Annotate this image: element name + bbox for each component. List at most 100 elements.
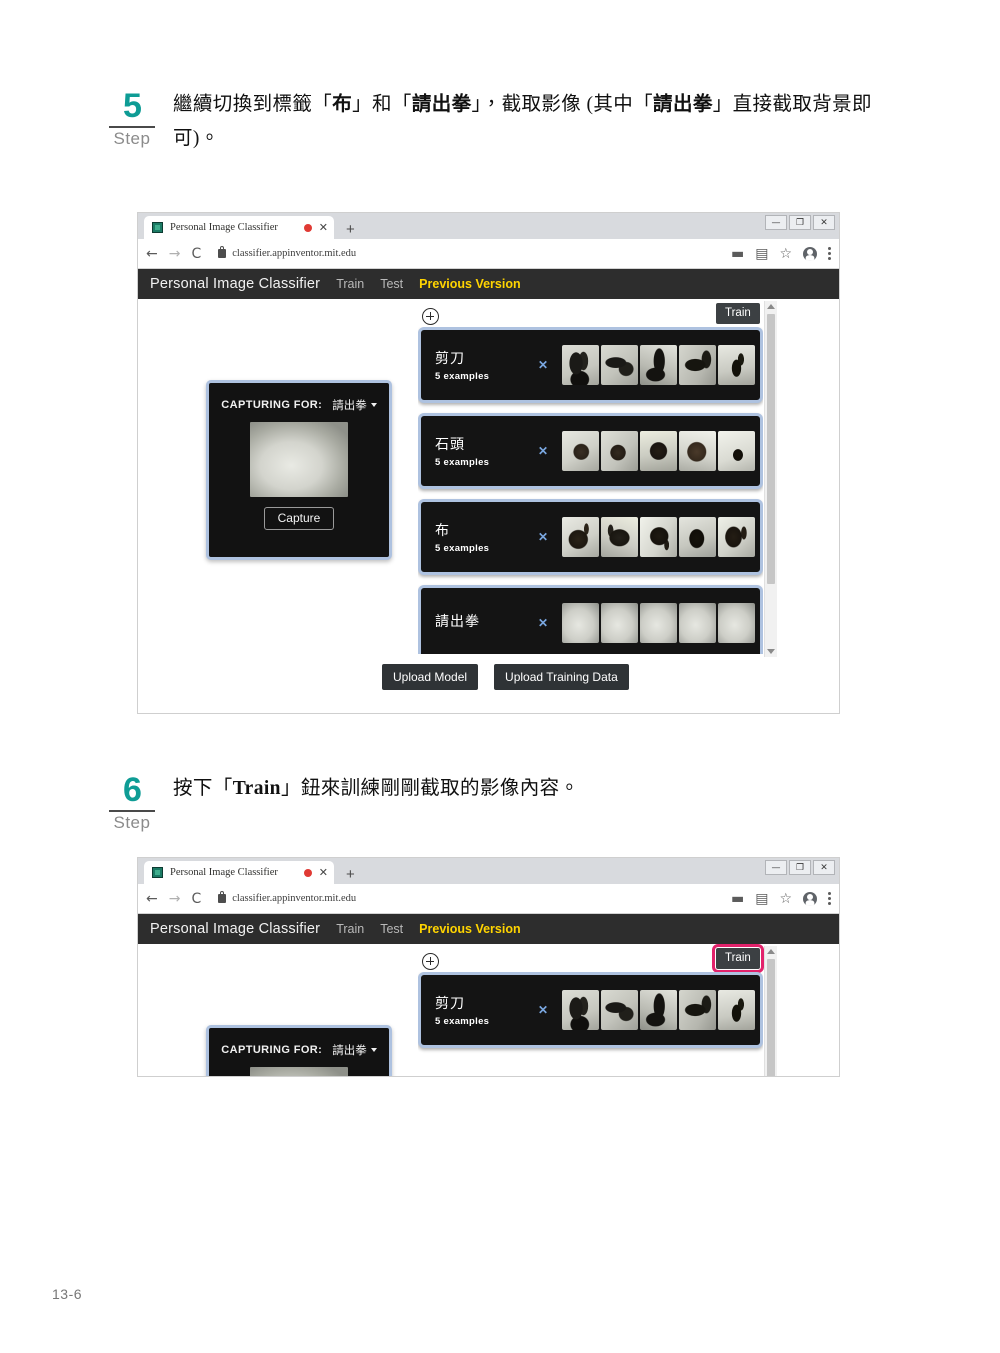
window-restore-button[interactable]: ❐	[789, 215, 811, 230]
browser-tab[interactable]: Personal Image Classifier ✕	[144, 861, 334, 884]
nav-link-train[interactable]: Train	[336, 922, 364, 936]
window-controls: — ❐ ✕	[765, 215, 835, 230]
reload-icon[interactable]: C	[191, 247, 201, 261]
example-thumbnail	[601, 517, 638, 557]
new-tab-button[interactable]: +	[346, 222, 355, 237]
nav-link-test[interactable]: Test	[380, 922, 403, 936]
tab-close-icon[interactable]: ✕	[319, 221, 328, 234]
favicon-icon	[152, 222, 163, 233]
label-card-text: 剪刀 5 examples	[421, 994, 533, 1027]
back-icon[interactable]: ←	[146, 247, 158, 261]
back-icon[interactable]: ←	[146, 892, 158, 906]
label-card-remove-icon[interactable]: ✕	[533, 530, 553, 544]
kebab-menu-icon[interactable]	[828, 252, 831, 255]
scroll-down-arrow-icon[interactable]	[767, 649, 775, 654]
circle-plus-icon[interactable]	[422, 953, 439, 970]
label-card-text: 布 5 examples	[421, 521, 533, 554]
nav-link-previous-version[interactable]: Previous Version	[419, 922, 520, 936]
example-thumbnail	[562, 517, 599, 557]
lock-icon	[218, 246, 227, 258]
nav-link-test[interactable]: Test	[380, 277, 403, 291]
forward-icon[interactable]: →	[169, 247, 181, 261]
example-thumbnail	[640, 517, 677, 557]
address-bar[interactable]: classifier.appinventor.mit.edu	[212, 246, 720, 259]
browser-tab[interactable]: Personal Image Classifier ✕	[144, 216, 334, 239]
step-6-word: Step	[113, 813, 151, 832]
window-controls: — ❐ ✕	[765, 860, 835, 875]
label-card-thumbnails	[562, 431, 755, 471]
capturing-for-select[interactable]: 請出拳	[332, 1042, 377, 1058]
train-button[interactable]: Train	[712, 944, 764, 973]
upload-model-button[interactable]: Upload Model	[382, 664, 479, 690]
step-6-number: 6	[123, 771, 142, 809]
scroll-up-arrow-icon[interactable]	[767, 304, 775, 309]
example-thumbnail	[718, 345, 755, 385]
profile-avatar-icon[interactable]	[803, 891, 817, 906]
window-minimize-button[interactable]: —	[765, 860, 787, 875]
extension-icon[interactable]: ▤	[755, 247, 768, 261]
label-card-remove-icon[interactable]: ✕	[533, 358, 553, 372]
step-5-number: 5	[123, 87, 142, 125]
label-card-count: 5 examples	[435, 456, 490, 468]
bookmark-star-icon[interactable]: ☆	[779, 892, 792, 906]
new-tab-button[interactable]: +	[346, 867, 355, 882]
example-thumbnail	[562, 603, 599, 643]
label-card-remove-icon[interactable]: ✕	[533, 444, 553, 458]
scrollbar-thumb[interactable]	[767, 314, 775, 584]
capturing-for-row: CAPTURING FOR: 請出拳	[209, 1042, 389, 1058]
app-content-area: CAPTURING FOR: 請出拳 Capture Train 剪刀 5 ex…	[138, 299, 839, 713]
address-bar[interactable]: classifier.appinventor.mit.edu	[212, 891, 720, 904]
bottom-action-bar: Upload Model Upload Training Data	[382, 664, 629, 690]
tab-recording-indicator-icon	[303, 868, 312, 877]
capture-button[interactable]: Capture	[264, 507, 334, 530]
example-thumbnail	[640, 990, 677, 1030]
nav-link-train[interactable]: Train	[336, 277, 364, 291]
bookmark-star-icon[interactable]: ☆	[779, 247, 792, 261]
profile-avatar-icon[interactable]	[803, 246, 817, 261]
cast-icon[interactable]: ▬	[731, 247, 744, 261]
extension-icon[interactable]: ▤	[755, 892, 768, 906]
cast-icon[interactable]: ▬	[731, 892, 744, 906]
label-card[interactable]: 剪刀 5 examples ✕	[418, 327, 763, 403]
label-card[interactable]: 石頭 5 examples ✕	[418, 413, 763, 489]
browser-omnibar: ← → C classifier.appinventor.mit.edu ▬ ▤…	[138, 884, 839, 914]
capturing-for-value: 請出拳	[332, 1045, 367, 1057]
label-card-thumbnails	[562, 345, 755, 385]
label-card[interactable]: 布 5 examples ✕	[418, 499, 763, 575]
step-5-rule	[109, 126, 155, 128]
example-thumbnail	[601, 603, 638, 643]
browser-tabstrip: Personal Image Classifier ✕ + — ❐ ✕	[138, 858, 839, 884]
lock-icon	[218, 891, 227, 903]
train-button[interactable]: Train	[716, 303, 760, 324]
step-5-word: Step	[113, 129, 151, 148]
nav-link-previous-version[interactable]: Previous Version	[419, 277, 520, 291]
circle-plus-icon[interactable]	[422, 308, 439, 325]
window-restore-button[interactable]: ❐	[789, 860, 811, 875]
window-minimize-button[interactable]: —	[765, 215, 787, 230]
label-card-name: 石頭	[435, 435, 465, 452]
browser-omnibar: ← → C classifier.appinventor.mit.edu ▬ ▤…	[138, 239, 839, 269]
label-card-remove-icon[interactable]: ✕	[533, 1003, 553, 1017]
scroll-up-arrow-icon[interactable]	[767, 949, 775, 954]
example-thumbnail	[562, 345, 599, 385]
label-card-list: 剪刀 5 examples ✕	[418, 972, 763, 1076]
reload-icon[interactable]: C	[191, 892, 201, 906]
window-close-button[interactable]: ✕	[813, 860, 835, 875]
content-scrollbar[interactable]	[764, 301, 777, 657]
omnibar-actions: ▬ ▤ ☆	[731, 246, 831, 261]
example-thumbnail	[718, 990, 755, 1030]
example-thumbnail	[601, 345, 638, 385]
kebab-menu-icon[interactable]	[828, 897, 831, 900]
forward-icon[interactable]: →	[169, 892, 181, 906]
window-close-button[interactable]: ✕	[813, 215, 835, 230]
scrollbar-thumb[interactable]	[767, 959, 775, 1076]
capturing-for-value: 請出拳	[332, 400, 367, 412]
capturing-for-select[interactable]: 請出拳	[332, 397, 377, 413]
content-scrollbar[interactable]	[764, 946, 777, 1076]
label-card-remove-icon[interactable]: ✕	[533, 616, 553, 630]
label-card[interactable]: 請出拳 ✕	[418, 585, 763, 654]
label-card-text: 剪刀 5 examples	[421, 349, 533, 382]
label-card[interactable]: 剪刀 5 examples ✕	[418, 972, 763, 1048]
tab-close-icon[interactable]: ✕	[319, 866, 328, 879]
upload-training-data-button[interactable]: Upload Training Data	[494, 664, 629, 690]
